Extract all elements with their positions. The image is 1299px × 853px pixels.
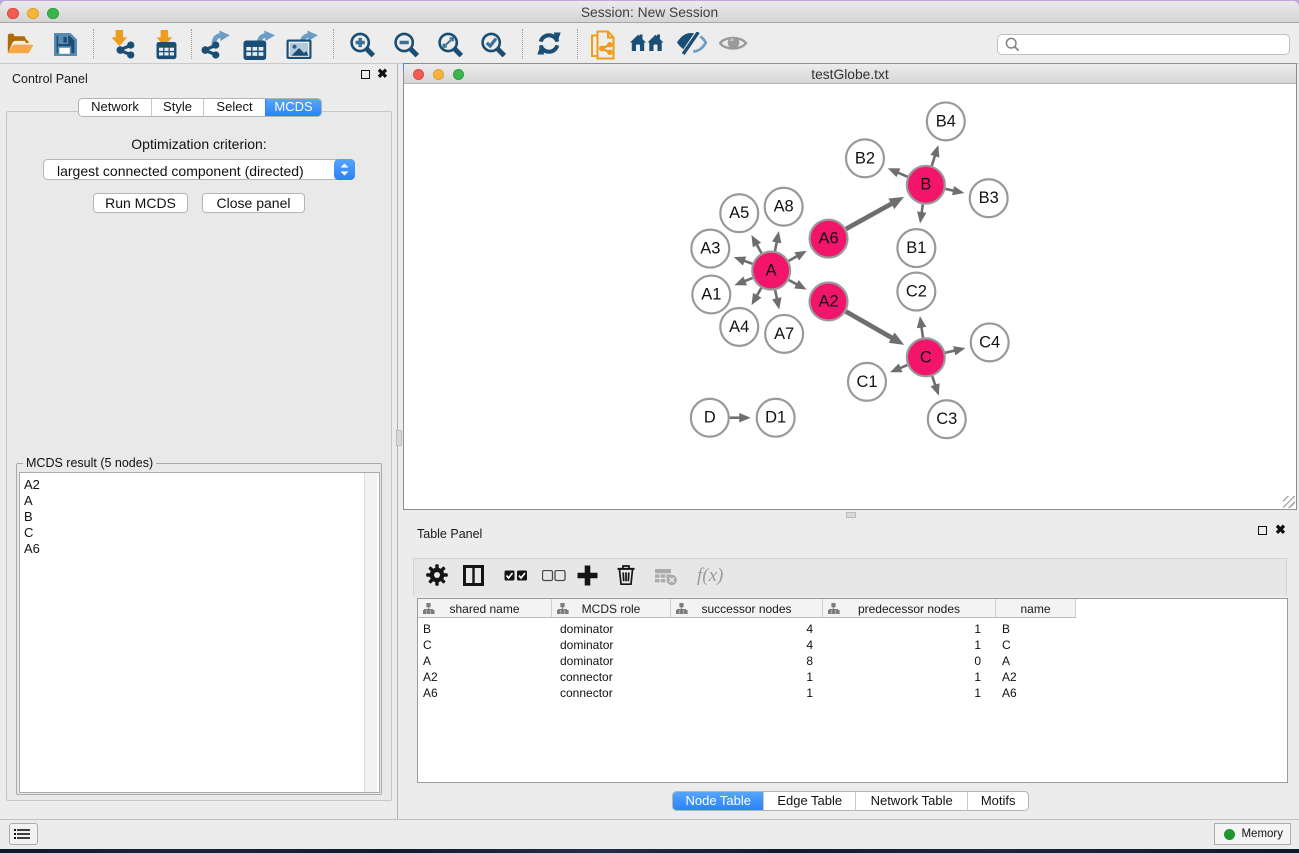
svg-text:A7: A7 bbox=[774, 325, 794, 343]
svg-text:D: D bbox=[704, 409, 716, 427]
svg-text:A2: A2 bbox=[818, 292, 838, 310]
svg-text:B1: B1 bbox=[906, 239, 926, 257]
svg-text:B4: B4 bbox=[936, 112, 956, 130]
svg-text:C1: C1 bbox=[856, 373, 877, 391]
svg-text:A3: A3 bbox=[700, 240, 720, 258]
svg-text:B2: B2 bbox=[855, 149, 875, 167]
svg-text:A1: A1 bbox=[701, 285, 721, 303]
svg-text:A8: A8 bbox=[774, 198, 794, 216]
svg-text:C2: C2 bbox=[906, 283, 927, 301]
svg-text:A6: A6 bbox=[818, 230, 838, 248]
svg-text:B: B bbox=[920, 176, 931, 194]
svg-text:D1: D1 bbox=[765, 409, 786, 427]
svg-text:A: A bbox=[766, 262, 777, 280]
svg-text:A4: A4 bbox=[729, 318, 749, 336]
svg-text:C3: C3 bbox=[936, 410, 957, 428]
svg-text:C4: C4 bbox=[979, 333, 1000, 351]
svg-text:A5: A5 bbox=[729, 204, 749, 222]
svg-text:B3: B3 bbox=[979, 189, 999, 207]
svg-text:C: C bbox=[920, 348, 932, 366]
